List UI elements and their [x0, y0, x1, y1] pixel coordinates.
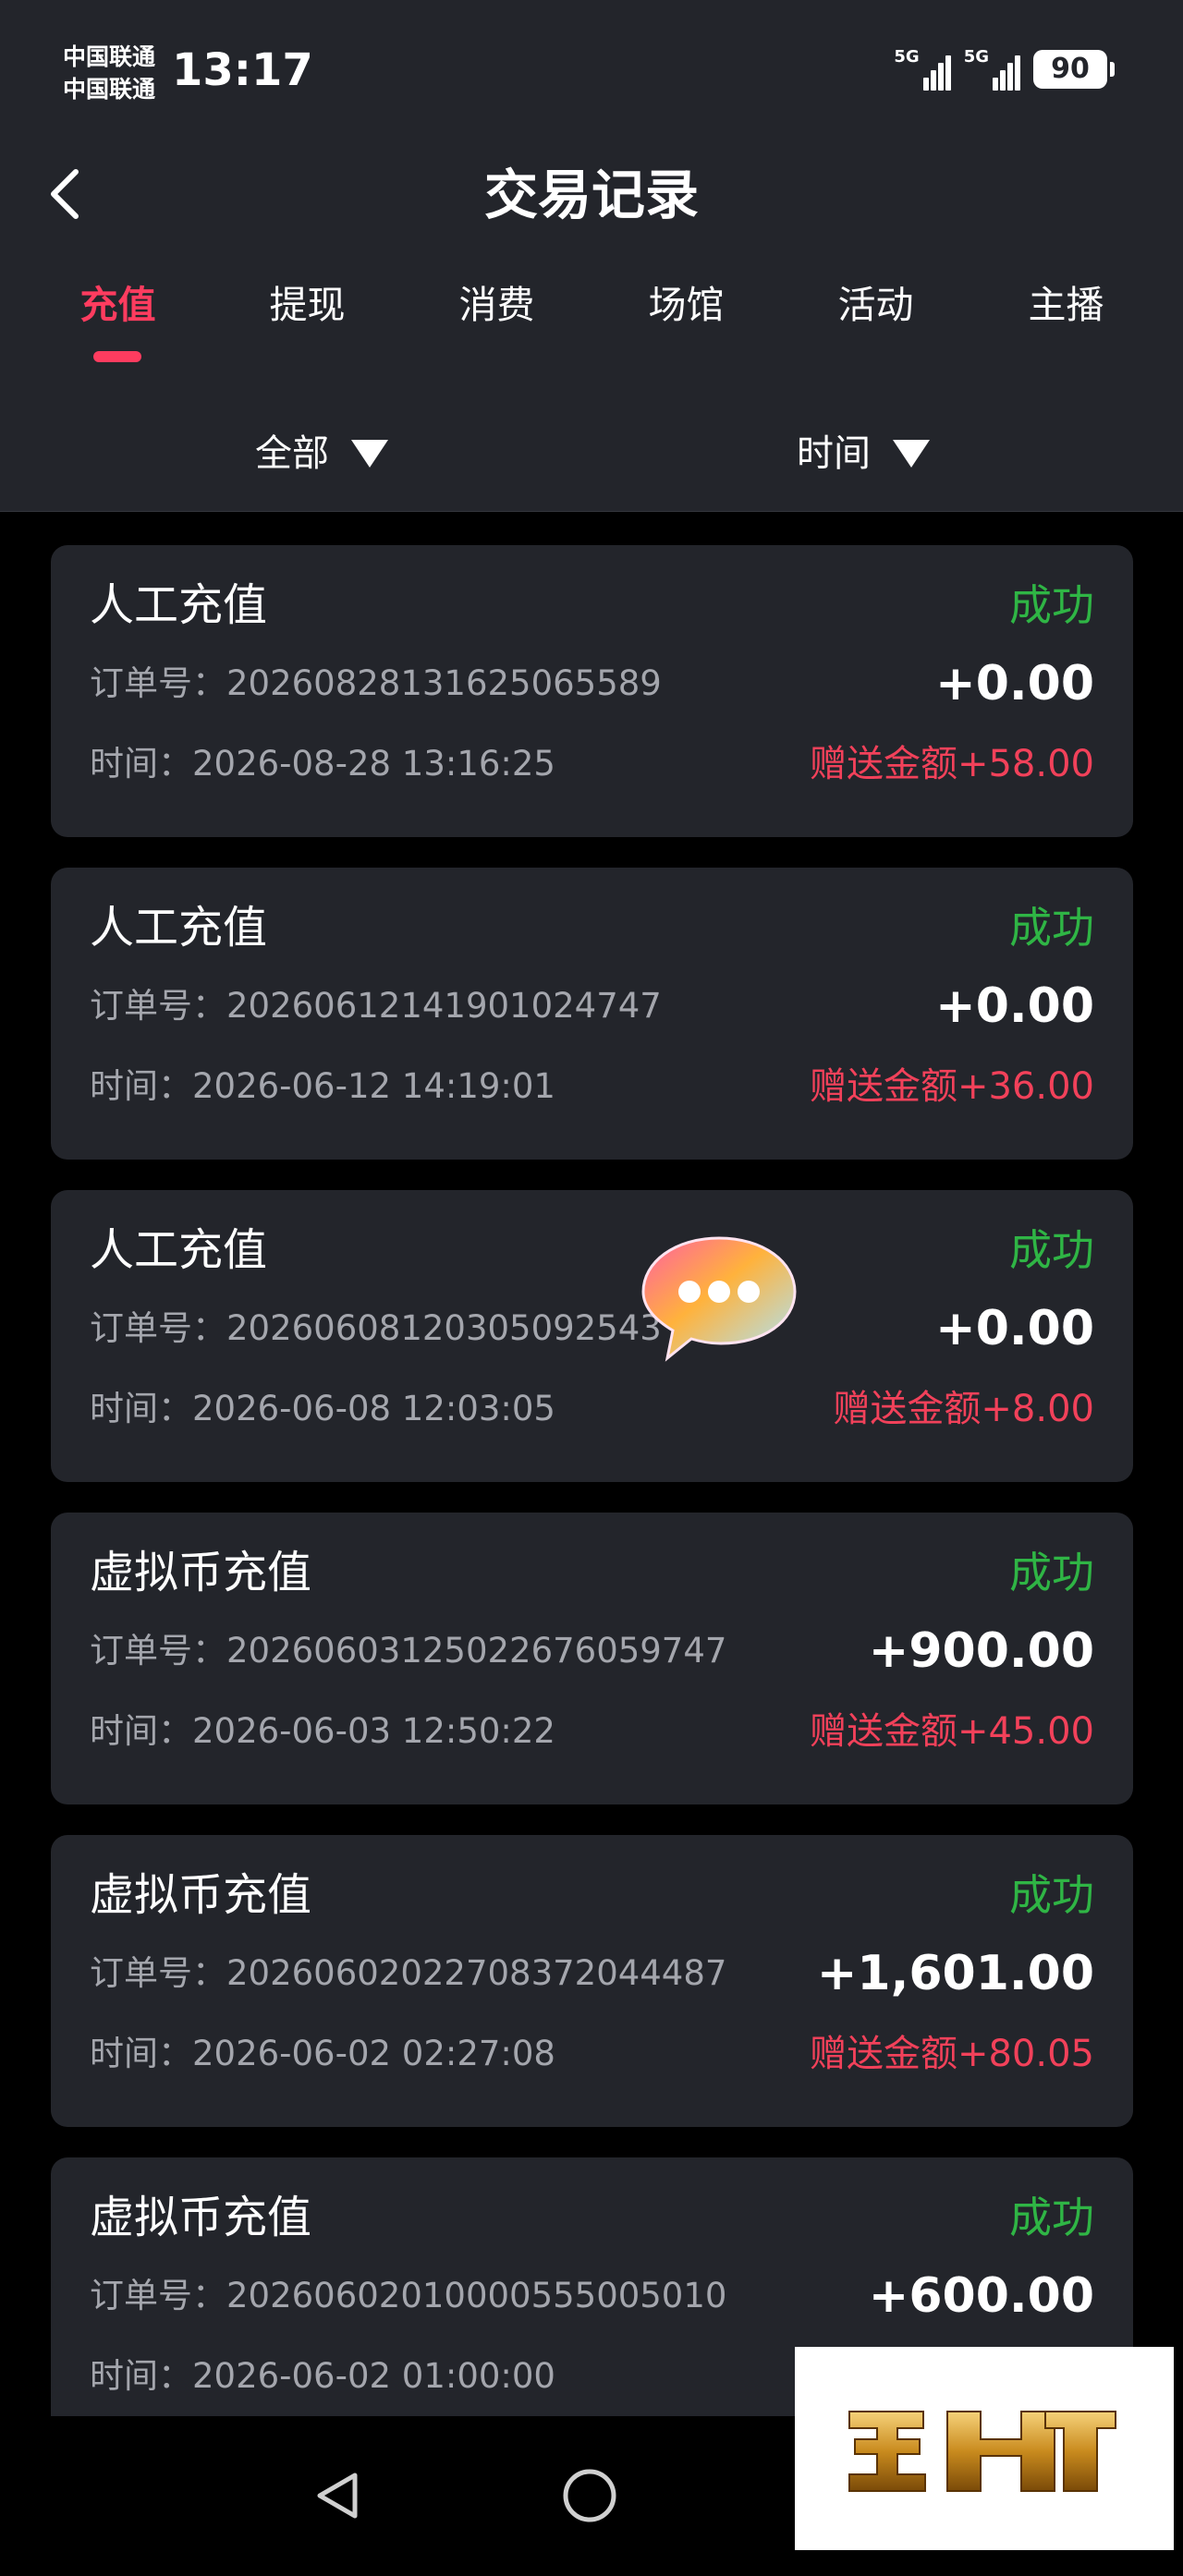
record-status: 成功: [1009, 1225, 1094, 1275]
record-time: 时间：2026-06-02 02:27:08: [90, 2034, 555, 2073]
record-order-number: 订单号：2026060312502267605974​7: [90, 1631, 727, 1671]
status-filter-label: 全部: [255, 432, 329, 475]
record-type: 人工充值: [90, 902, 268, 954]
tab-withdraw[interactable]: 提现: [213, 277, 402, 333]
chat-bubble-button[interactable]: [636, 1229, 802, 1366]
tab-active-indicator: [93, 351, 141, 362]
tab-label: 充值: [79, 283, 156, 327]
record-order-number: 订单号：20260828131625065589: [90, 663, 662, 703]
nav-back-button[interactable]: [303, 2461, 373, 2531]
record-type: 虚拟币充值: [90, 2192, 312, 2243]
record-card[interactable]: 人工充值 成功 订单号：20260608120305092543 +0.00 时…: [51, 1190, 1133, 1482]
signal-2-label: 5G: [963, 47, 989, 67]
record-amount: +600.00: [868, 2268, 1094, 2324]
record-bonus: 赠送金额+80.05: [809, 2033, 1094, 2075]
record-amount: +0.00: [935, 1301, 1094, 1356]
record-bonus: 赠送金额+45.00: [809, 1710, 1094, 1753]
filter-bar: 全部 时间: [0, 421, 1183, 486]
battery-icon: 90: [1033, 50, 1115, 89]
tab-bar: 充值 提现 消费 场馆 活动 主播: [0, 277, 1183, 370]
status-filter-dropdown[interactable]: 全部: [255, 421, 388, 486]
tab-label: 消费: [458, 283, 535, 327]
record-amount: +0.00: [935, 978, 1094, 1034]
record-status: 成功: [1009, 1548, 1094, 1598]
record-order-number: 订单号：20260612141901024747: [90, 986, 662, 1026]
chat-bubble-icon: [641, 1236, 797, 1362]
page-title: 交易记录: [483, 164, 699, 226]
tab-label: 活动: [837, 283, 914, 327]
record-status: 成功: [1009, 1870, 1094, 1920]
tab-anchor[interactable]: 主播: [971, 277, 1161, 333]
triangle-down-icon: [351, 440, 388, 468]
tab-label: 提现: [269, 283, 346, 327]
record-type: 人工充值: [90, 1224, 268, 1276]
record-time: 时间：2026-06-08 12:03:05: [90, 1389, 555, 1428]
record-order-number: 订单号：20260602010000555005010: [90, 2276, 727, 2315]
status-bar: 中国联通 中国联通 13:17 5G 5G 90: [0, 0, 1183, 120]
watermark-logo-art: [848, 2411, 1116, 2492]
battery-level: 90: [1033, 50, 1107, 89]
record-order-number: 订单号：20260602022708372044487: [90, 1953, 727, 1993]
time-filter-label: 时间: [797, 432, 871, 475]
record-time: 时间：2026-08-28 13:16:25: [90, 744, 555, 784]
tab-consumption[interactable]: 消费: [402, 277, 592, 333]
nav-home-button[interactable]: [555, 2461, 625, 2531]
record-type: 虚拟币充值: [90, 1547, 312, 1598]
carrier-names: 中国联通 中国联通: [63, 41, 155, 105]
clock: 13:17: [172, 44, 313, 96]
signal-2-icon: 5G: [964, 48, 1020, 91]
page-header: 交易记录 充值 提现 消费 场馆 活动 主播 全部 时间: [0, 120, 1183, 512]
record-amount: +900.00: [868, 1623, 1094, 1679]
record-amount: +0.00: [935, 656, 1094, 711]
tab-venue[interactable]: 场馆: [592, 277, 781, 333]
record-status: 成功: [1009, 2193, 1094, 2242]
record-time: 时间：2026-06-02 01:00:00: [90, 2356, 555, 2396]
time-filter-dropdown[interactable]: 时间: [797, 421, 930, 486]
record-type: 人工充值: [90, 579, 268, 631]
record-card[interactable]: 虚拟币充值 成功 订单号：2026060312502267605974​7 +9…: [51, 1513, 1133, 1804]
tab-label: 场馆: [648, 283, 725, 327]
tab-label: 主播: [1028, 283, 1104, 327]
tab-activity[interactable]: 活动: [781, 277, 970, 333]
nav-home-icon: [563, 2469, 616, 2522]
record-amount: +1,601.00: [816, 1946, 1094, 2001]
record-type: 虚拟币充值: [90, 1869, 312, 1921]
record-bonus: 赠送金额+58.00: [809, 743, 1094, 785]
record-card[interactable]: 人工充值 成功 订单号：20260828131625065589 +0.00 时…: [51, 545, 1133, 837]
app-screen: 中国联通 中国联通 13:17 5G 5G 90 交易记录 充值 提现 消费 场…: [0, 0, 1183, 2576]
record-status: 成功: [1009, 903, 1094, 953]
carrier-2: 中国联通: [63, 76, 156, 103]
record-status: 成功: [1009, 580, 1094, 630]
record-bonus: 赠送金额+8.00: [833, 1388, 1094, 1430]
signal-1-label: 5G: [894, 47, 920, 67]
tab-recharge[interactable]: 充值: [23, 277, 213, 362]
status-icons: 5G 5G 90: [894, 48, 1115, 91]
watermark-logo: [795, 2347, 1174, 2550]
record-time: 时间：2026-06-03 12:50:22: [90, 1711, 555, 1751]
record-bonus: 赠送金额+36.00: [809, 1065, 1094, 1108]
record-list[interactable]: 人工充值 成功 订单号：20260828131625065589 +0.00 时…: [0, 513, 1183, 2416]
triangle-down-icon: [893, 440, 930, 468]
record-order-number: 订单号：20260608120305092543: [90, 1308, 662, 1348]
record-time: 时间：2026-06-12 14:19:01: [90, 1066, 555, 1106]
carrier-1: 中国联通: [63, 43, 156, 70]
signal-1-icon: 5G: [894, 47, 951, 91]
nav-back-icon: [317, 2473, 358, 2519]
record-card[interactable]: 人工充值 成功 订单号：20260612141901024747 +0.00 时…: [51, 868, 1133, 1160]
record-card[interactable]: 虚拟币充值 成功 订单号：20260602022708372044487 +1,…: [51, 1835, 1133, 2127]
